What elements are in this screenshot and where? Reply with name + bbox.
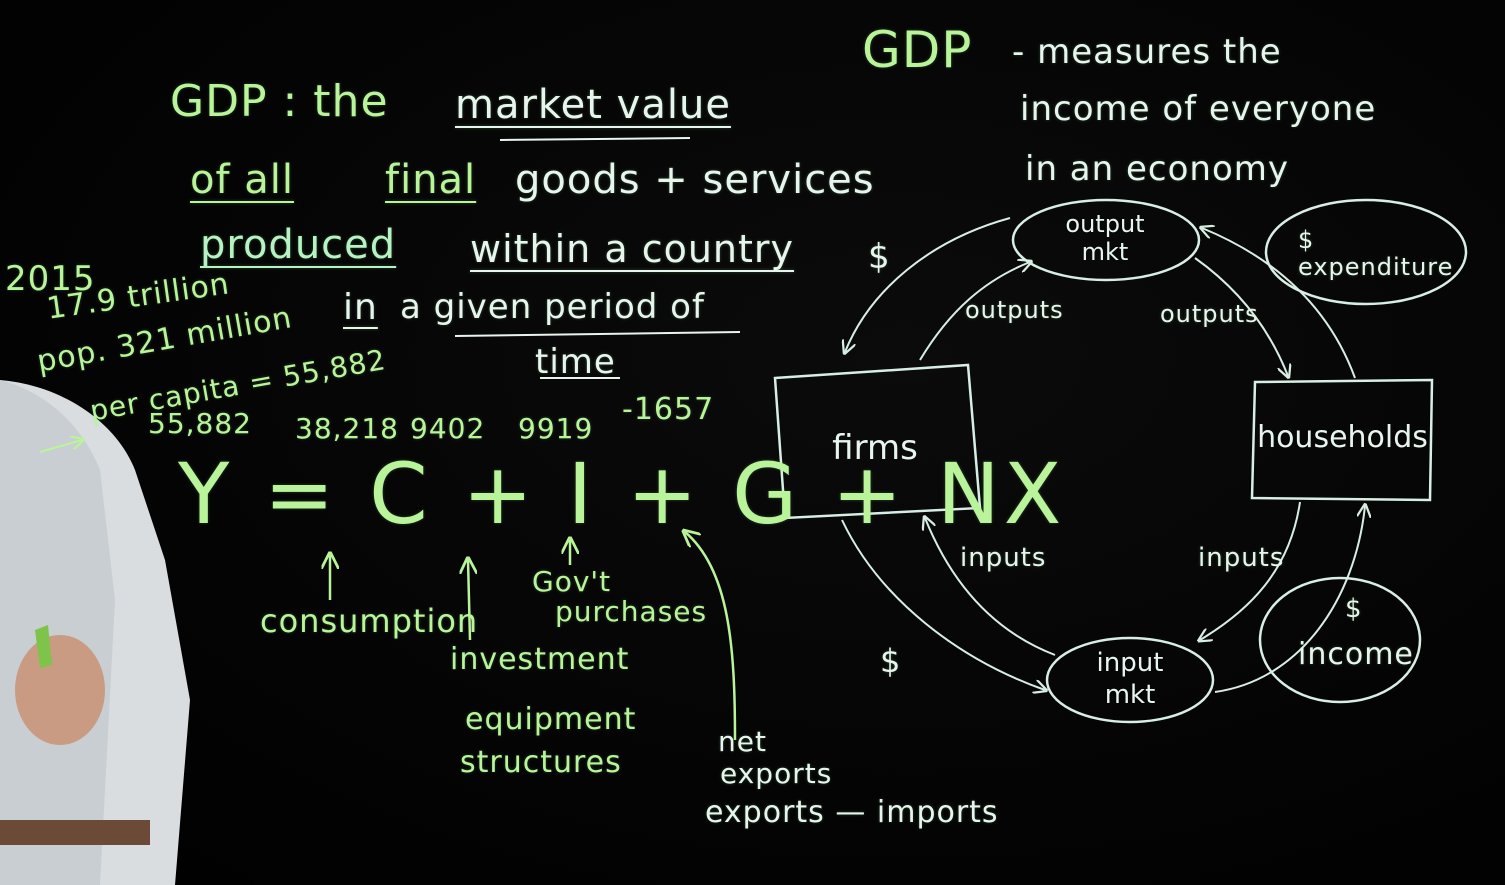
value-nx: -1657 bbox=[622, 392, 715, 427]
definition-in: in bbox=[343, 287, 378, 328]
flow-label-outputs-right: outputs bbox=[1160, 300, 1259, 328]
definition-time: time bbox=[535, 342, 616, 382]
income-note-line3: in an economy bbox=[1025, 149, 1289, 189]
label-exports: exports bbox=[720, 757, 833, 790]
label-consumption: consumption bbox=[260, 602, 479, 640]
label-exports-minus-imports: exports — imports bbox=[705, 795, 999, 830]
expenditure-label: expenditure bbox=[1298, 253, 1454, 281]
underline-given-period bbox=[454, 331, 741, 337]
income-note-line1: - measures the bbox=[1012, 32, 1282, 72]
definition-term-market-value: market value bbox=[455, 82, 731, 128]
definition-dollar-sign: $ bbox=[868, 237, 891, 277]
value-i: 9402 bbox=[410, 412, 486, 445]
arrow-per-capita bbox=[39, 440, 82, 453]
lightboard: GDP : the market value of all final good… bbox=[0, 0, 1505, 885]
output-market-label-2: mkt bbox=[1081, 238, 1129, 266]
label-equipment: equipment bbox=[465, 702, 637, 737]
underline-goods-services bbox=[499, 137, 691, 141]
firms-label: firms bbox=[832, 428, 918, 468]
expenditure-dollar: $ bbox=[1298, 226, 1315, 254]
dollar-firms-to-input: $ bbox=[880, 642, 902, 680]
definition-within-country: within a country bbox=[470, 227, 795, 271]
income-note-line2: income of everyone bbox=[1020, 89, 1377, 129]
flow-label-inputs-right: inputs bbox=[1198, 543, 1285, 573]
income-label: income bbox=[1298, 637, 1414, 672]
definition-final: final bbox=[385, 157, 477, 203]
flow-label-outputs-left: outputs bbox=[965, 296, 1064, 324]
label-structures: structures bbox=[460, 745, 622, 780]
definition-given-period: a given period of bbox=[400, 287, 705, 327]
input-market-label-1: input bbox=[1096, 648, 1164, 678]
value-c: 38,218 bbox=[295, 412, 399, 445]
definition-of-all: of all bbox=[190, 157, 295, 203]
definition-line1-lead: GDP : the bbox=[170, 76, 389, 127]
label-investment: investment bbox=[450, 642, 630, 677]
households-label: households bbox=[1257, 420, 1428, 455]
income-note-title: GDP bbox=[862, 21, 973, 79]
label-purchases: purchases bbox=[555, 595, 708, 628]
value-g: 9919 bbox=[518, 412, 594, 445]
value-y: 55,882 bbox=[148, 407, 252, 440]
arrow-net-exports bbox=[685, 532, 737, 741]
flow-label-inputs-left: inputs bbox=[960, 543, 1047, 573]
output-market-label-1: output bbox=[1065, 210, 1145, 238]
income-dollar: $ bbox=[1345, 594, 1363, 624]
input-market-label-2: mkt bbox=[1104, 680, 1156, 710]
label-government: Gov't bbox=[532, 565, 612, 598]
definition-goods-services: goods + services bbox=[515, 157, 875, 203]
definition-produced: produced bbox=[200, 222, 397, 268]
label-net: net bbox=[718, 725, 767, 758]
